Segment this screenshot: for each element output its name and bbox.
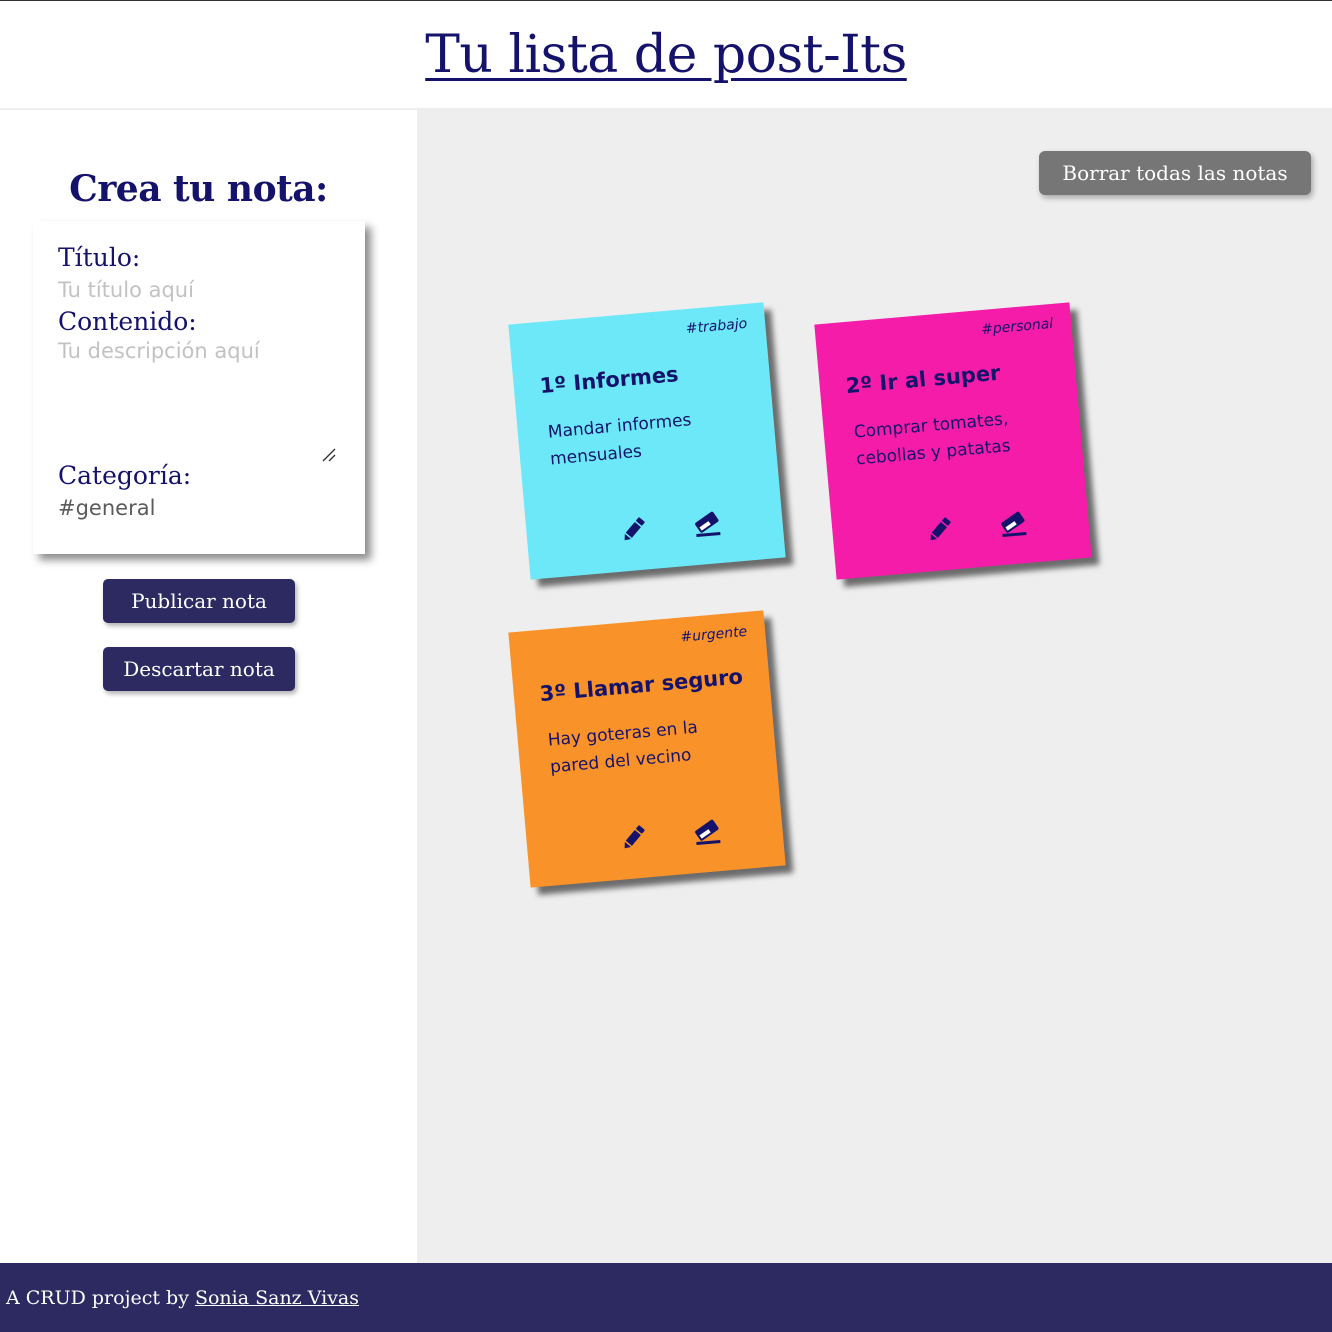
- eraser-icon: [695, 511, 721, 538]
- note-tag: #trabajo: [685, 315, 748, 338]
- footer-prefix: A CRUD project by: [6, 1287, 189, 1309]
- pencil-icon: [930, 517, 951, 541]
- publish-note-button[interactable]: Publicar nota: [103, 579, 295, 623]
- category-input[interactable]: [58, 493, 258, 523]
- note-tag: #personal: [980, 315, 1054, 339]
- note-form-panel: Crea tu nota: Título: Contenido: Categor…: [0, 110, 417, 1263]
- note-title: 3º Llamar seguro: [538, 664, 744, 707]
- post-it-note: #personal 2º Ir al super Comprar tomates…: [814, 302, 1092, 580]
- author-link[interactable]: Sonia Sanz Vivas: [195, 1287, 359, 1309]
- note-form-card: Título: Contenido: Categoría:: [33, 221, 365, 554]
- discard-note-button[interactable]: Descartar nota: [103, 647, 295, 691]
- page-title: Tu lista de post-Its: [425, 25, 907, 85]
- resize-grip-icon[interactable]: [321, 447, 337, 463]
- edit-note-button[interactable]: [923, 513, 956, 546]
- title-label: Título:: [58, 243, 141, 272]
- clear-all-notes-button[interactable]: Borrar todas las notas: [1039, 151, 1311, 195]
- note-body: Hay goteras en la pared del vecino: [547, 717, 699, 778]
- page-footer: A CRUD project by Sonia Sanz Vivas: [0, 1263, 1332, 1332]
- pencil-icon: [624, 825, 645, 849]
- eraser-icon: [695, 819, 721, 846]
- note-body: Comprar tomates, cebollas y patatas: [853, 409, 1012, 470]
- content-textarea[interactable]: [58, 339, 348, 467]
- form-heading: Crea tu nota:: [69, 168, 328, 210]
- notes-board: Borrar todas las notas #trabajo 1º Infor…: [417, 110, 1332, 1263]
- category-label: Categoría:: [58, 461, 192, 490]
- post-it-note: #urgente 3º Llamar seguro Hay goteras en…: [508, 610, 786, 888]
- note-title: 2º Ir al super: [844, 360, 1002, 399]
- note-title: 1º Informes: [538, 362, 680, 399]
- post-it-note: #trabajo 1º Informes Mandar informes men…: [508, 302, 786, 580]
- edit-note-button[interactable]: [617, 513, 650, 546]
- note-body: Mandar informes mensuales: [547, 410, 693, 470]
- note-tag: #urgente: [679, 623, 748, 646]
- eraser-icon: [1001, 511, 1027, 538]
- content-label: Contenido:: [58, 307, 197, 336]
- pencil-icon: [624, 517, 645, 541]
- delete-note-button[interactable]: [997, 507, 1030, 540]
- title-input[interactable]: [58, 275, 338, 305]
- footer-text: A CRUD project by Sonia Sanz Vivas: [6, 1287, 359, 1309]
- page-header: Tu lista de post-Its: [0, 0, 1332, 110]
- delete-note-button[interactable]: [691, 815, 724, 848]
- edit-note-button[interactable]: [617, 821, 650, 854]
- delete-note-button[interactable]: [691, 507, 724, 540]
